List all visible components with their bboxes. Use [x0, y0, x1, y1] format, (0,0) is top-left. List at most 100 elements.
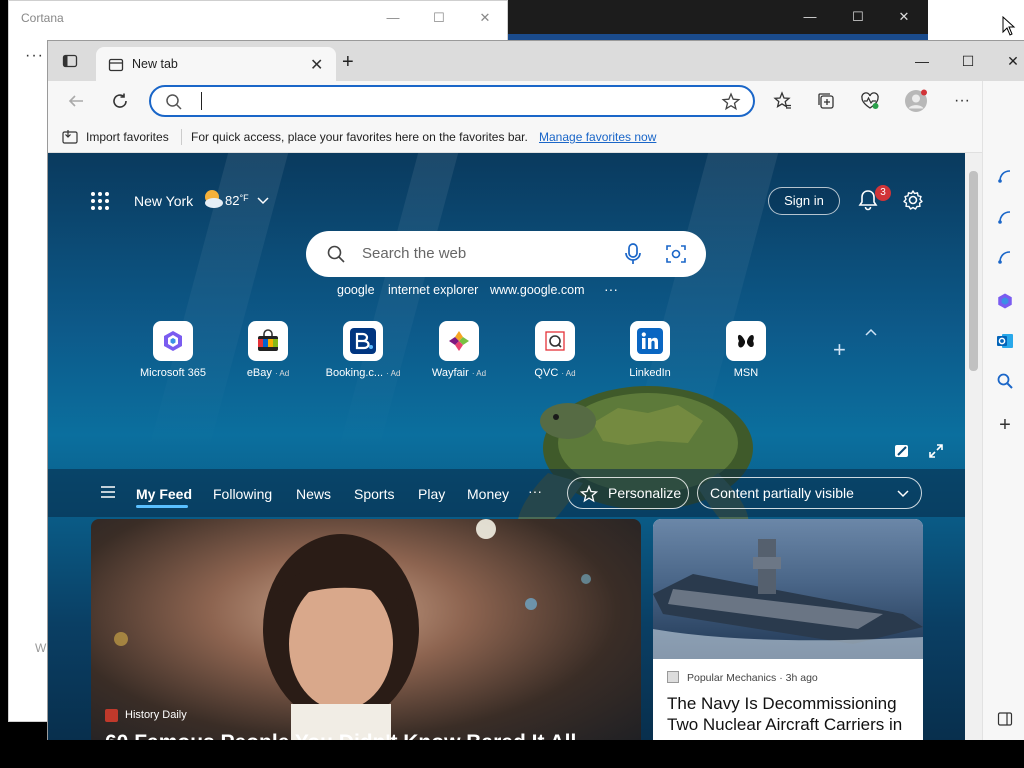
- sidebar-search-icon[interactable]: [993, 205, 1017, 229]
- quick-link-booking[interactable]: Booking.c... · Ad: [318, 321, 408, 379]
- title-bar: New tab ✕ + — ☐ ✕: [48, 41, 1024, 81]
- search-suggestion[interactable]: www.google.com: [490, 283, 585, 297]
- quick-link-qvc[interactable]: QVC · Ad: [510, 321, 600, 379]
- maximize-icon[interactable]: ☐: [956, 51, 980, 71]
- close-icon[interactable]: ✕: [475, 9, 495, 27]
- sidebar-add-icon[interactable]: +: [993, 413, 1017, 437]
- ad-badge: · Ad: [471, 369, 487, 378]
- search-suggestion[interactable]: internet explorer: [388, 283, 478, 297]
- sidebar-outlook-icon[interactable]: [993, 329, 1017, 353]
- add-favorite-star-icon[interactable]: [721, 92, 741, 112]
- more-suggestions-icon[interactable]: ···: [604, 281, 618, 297]
- quick-link-label: QVC: [534, 367, 559, 379]
- collapse-chevron-up-icon[interactable]: [864, 326, 878, 340]
- tab-actions-icon[interactable]: [62, 53, 78, 69]
- more-feed-tabs-icon[interactable]: ···: [528, 483, 542, 499]
- wayfair-logo-icon: [439, 321, 479, 361]
- qvc-logo-icon: [535, 321, 575, 361]
- favorites-icon[interactable]: [768, 87, 796, 115]
- import-favorites-button[interactable]: Import favorites: [86, 130, 169, 144]
- featured-article-card[interactable]: History Daily 60 Famous People You Didn'…: [91, 519, 641, 740]
- linkedin-logo-icon: [630, 321, 670, 361]
- sidebar-discover-icon[interactable]: [993, 164, 1017, 188]
- back-icon[interactable]: [62, 87, 90, 115]
- weather-location[interactable]: New York: [134, 193, 193, 209]
- close-icon[interactable]: ✕: [894, 8, 914, 26]
- voice-search-microphone-icon[interactable]: [624, 243, 642, 265]
- refresh-icon[interactable]: [106, 87, 134, 115]
- chevron-down-icon[interactable]: [256, 193, 270, 207]
- feed-tab-my-feed[interactable]: My Feed: [136, 486, 192, 502]
- cortana-title: Cortana: [21, 11, 64, 25]
- active-tab-indicator: [136, 505, 188, 508]
- article-card[interactable]: Popular Mechanics · 3h ago The Navy Is D…: [653, 519, 923, 740]
- address-bar[interactable]: [149, 85, 755, 117]
- sign-in-button[interactable]: Sign in: [768, 187, 840, 215]
- personalize-button[interactable]: Personalize: [567, 477, 689, 509]
- address-input[interactable]: [195, 91, 695, 113]
- quick-link-msn[interactable]: MSN: [701, 321, 791, 379]
- sidebar-hide-icon[interactable]: [993, 707, 1017, 731]
- weather-temperature[interactable]: 82°F: [225, 193, 249, 208]
- add-quick-link-button[interactable]: +: [833, 339, 846, 361]
- microsoft-365-icon: [153, 321, 193, 361]
- new-tab-button[interactable]: +: [342, 51, 354, 74]
- search-suggestion[interactable]: google: [337, 283, 375, 297]
- personalize-label: Personalize: [608, 485, 682, 501]
- import-favorites-icon[interactable]: [62, 129, 79, 145]
- quick-link-linkedin[interactable]: LinkedIn: [605, 321, 695, 379]
- settings-more-icon[interactable]: ···: [948, 87, 976, 115]
- article-photo-aircraft-carrier: [653, 519, 923, 659]
- apps-grid-icon[interactable]: [90, 191, 110, 211]
- close-tab-icon[interactable]: ✕: [310, 55, 323, 75]
- temperature-unit: °F: [239, 193, 249, 203]
- quick-link-microsoft-365[interactable]: Microsoft 365: [128, 321, 218, 379]
- expand-icon[interactable]: [928, 443, 944, 459]
- desktop-area: [928, 0, 1024, 40]
- history-daily-logo-icon: [105, 709, 118, 722]
- visual-search-camera-icon[interactable]: [666, 244, 686, 264]
- ebay-shopping-bag-icon: [248, 321, 288, 361]
- collections-icon[interactable]: [812, 87, 840, 115]
- page-settings-gear-icon[interactable]: [902, 189, 924, 211]
- sidebar-shopping-icon[interactable]: [993, 245, 1017, 269]
- background-light-ray: [337, 153, 459, 453]
- tab-new-tab[interactable]: New tab ✕: [96, 47, 336, 81]
- quick-link-label: MSN: [733, 367, 759, 379]
- content-visibility-dropdown[interactable]: Content partially visible: [697, 477, 922, 509]
- minimize-icon[interactable]: —: [800, 8, 820, 26]
- feed-tab-sports[interactable]: Sports: [354, 486, 394, 502]
- article-photo: [114, 519, 591, 740]
- sidebar-search-magnifier-icon[interactable]: [993, 369, 1017, 393]
- edit-background-icon[interactable]: [894, 443, 910, 459]
- hamburger-menu-icon[interactable]: [100, 485, 116, 499]
- maximize-icon[interactable]: ☐: [848, 8, 868, 26]
- feed-tab-play[interactable]: Play: [418, 486, 445, 502]
- browser-essentials-icon[interactable]: [856, 87, 884, 115]
- booking-logo-icon: [343, 321, 383, 361]
- background-dark-window: — ☐ ✕: [508, 0, 928, 40]
- maximize-icon[interactable]: ☐: [429, 9, 449, 27]
- close-window-icon[interactable]: ✕: [1001, 51, 1024, 71]
- feed-tab-following[interactable]: Following: [213, 486, 272, 502]
- quick-link-wayfair[interactable]: Wayfair · Ad: [414, 321, 504, 379]
- profile-avatar[interactable]: [902, 87, 930, 115]
- quick-link-ebay[interactable]: eBay · Ad: [223, 321, 313, 379]
- manage-favorites-link[interactable]: Manage favorites now: [539, 130, 656, 144]
- cortana-more-icon[interactable]: ···: [25, 47, 44, 65]
- minimize-icon[interactable]: —: [383, 9, 403, 27]
- sidebar-microsoft-365-icon[interactable]: [993, 289, 1017, 313]
- web-search-box[interactable]: Search the web: [306, 231, 706, 277]
- quick-link-label: Wayfair: [431, 367, 469, 379]
- minimize-icon[interactable]: —: [910, 51, 934, 71]
- article-title[interactable]: The Navy Is Decommissioning Two Nuclear …: [667, 693, 911, 740]
- text-caret: [201, 92, 202, 110]
- article-title[interactable]: 60 Famous People You Didn't Know Bared I…: [105, 731, 576, 740]
- search-icon: [326, 244, 346, 264]
- edge-window: New tab ✕ + — ☐ ✕ ··· Import favorites F…: [47, 40, 1024, 740]
- ad-badge: · Ad: [274, 369, 290, 378]
- scrollbar-thumb[interactable]: [969, 171, 978, 371]
- page-scrollbar[interactable]: [965, 153, 982, 740]
- feed-tab-news[interactable]: News: [296, 486, 331, 502]
- feed-tab-money[interactable]: Money: [467, 486, 509, 502]
